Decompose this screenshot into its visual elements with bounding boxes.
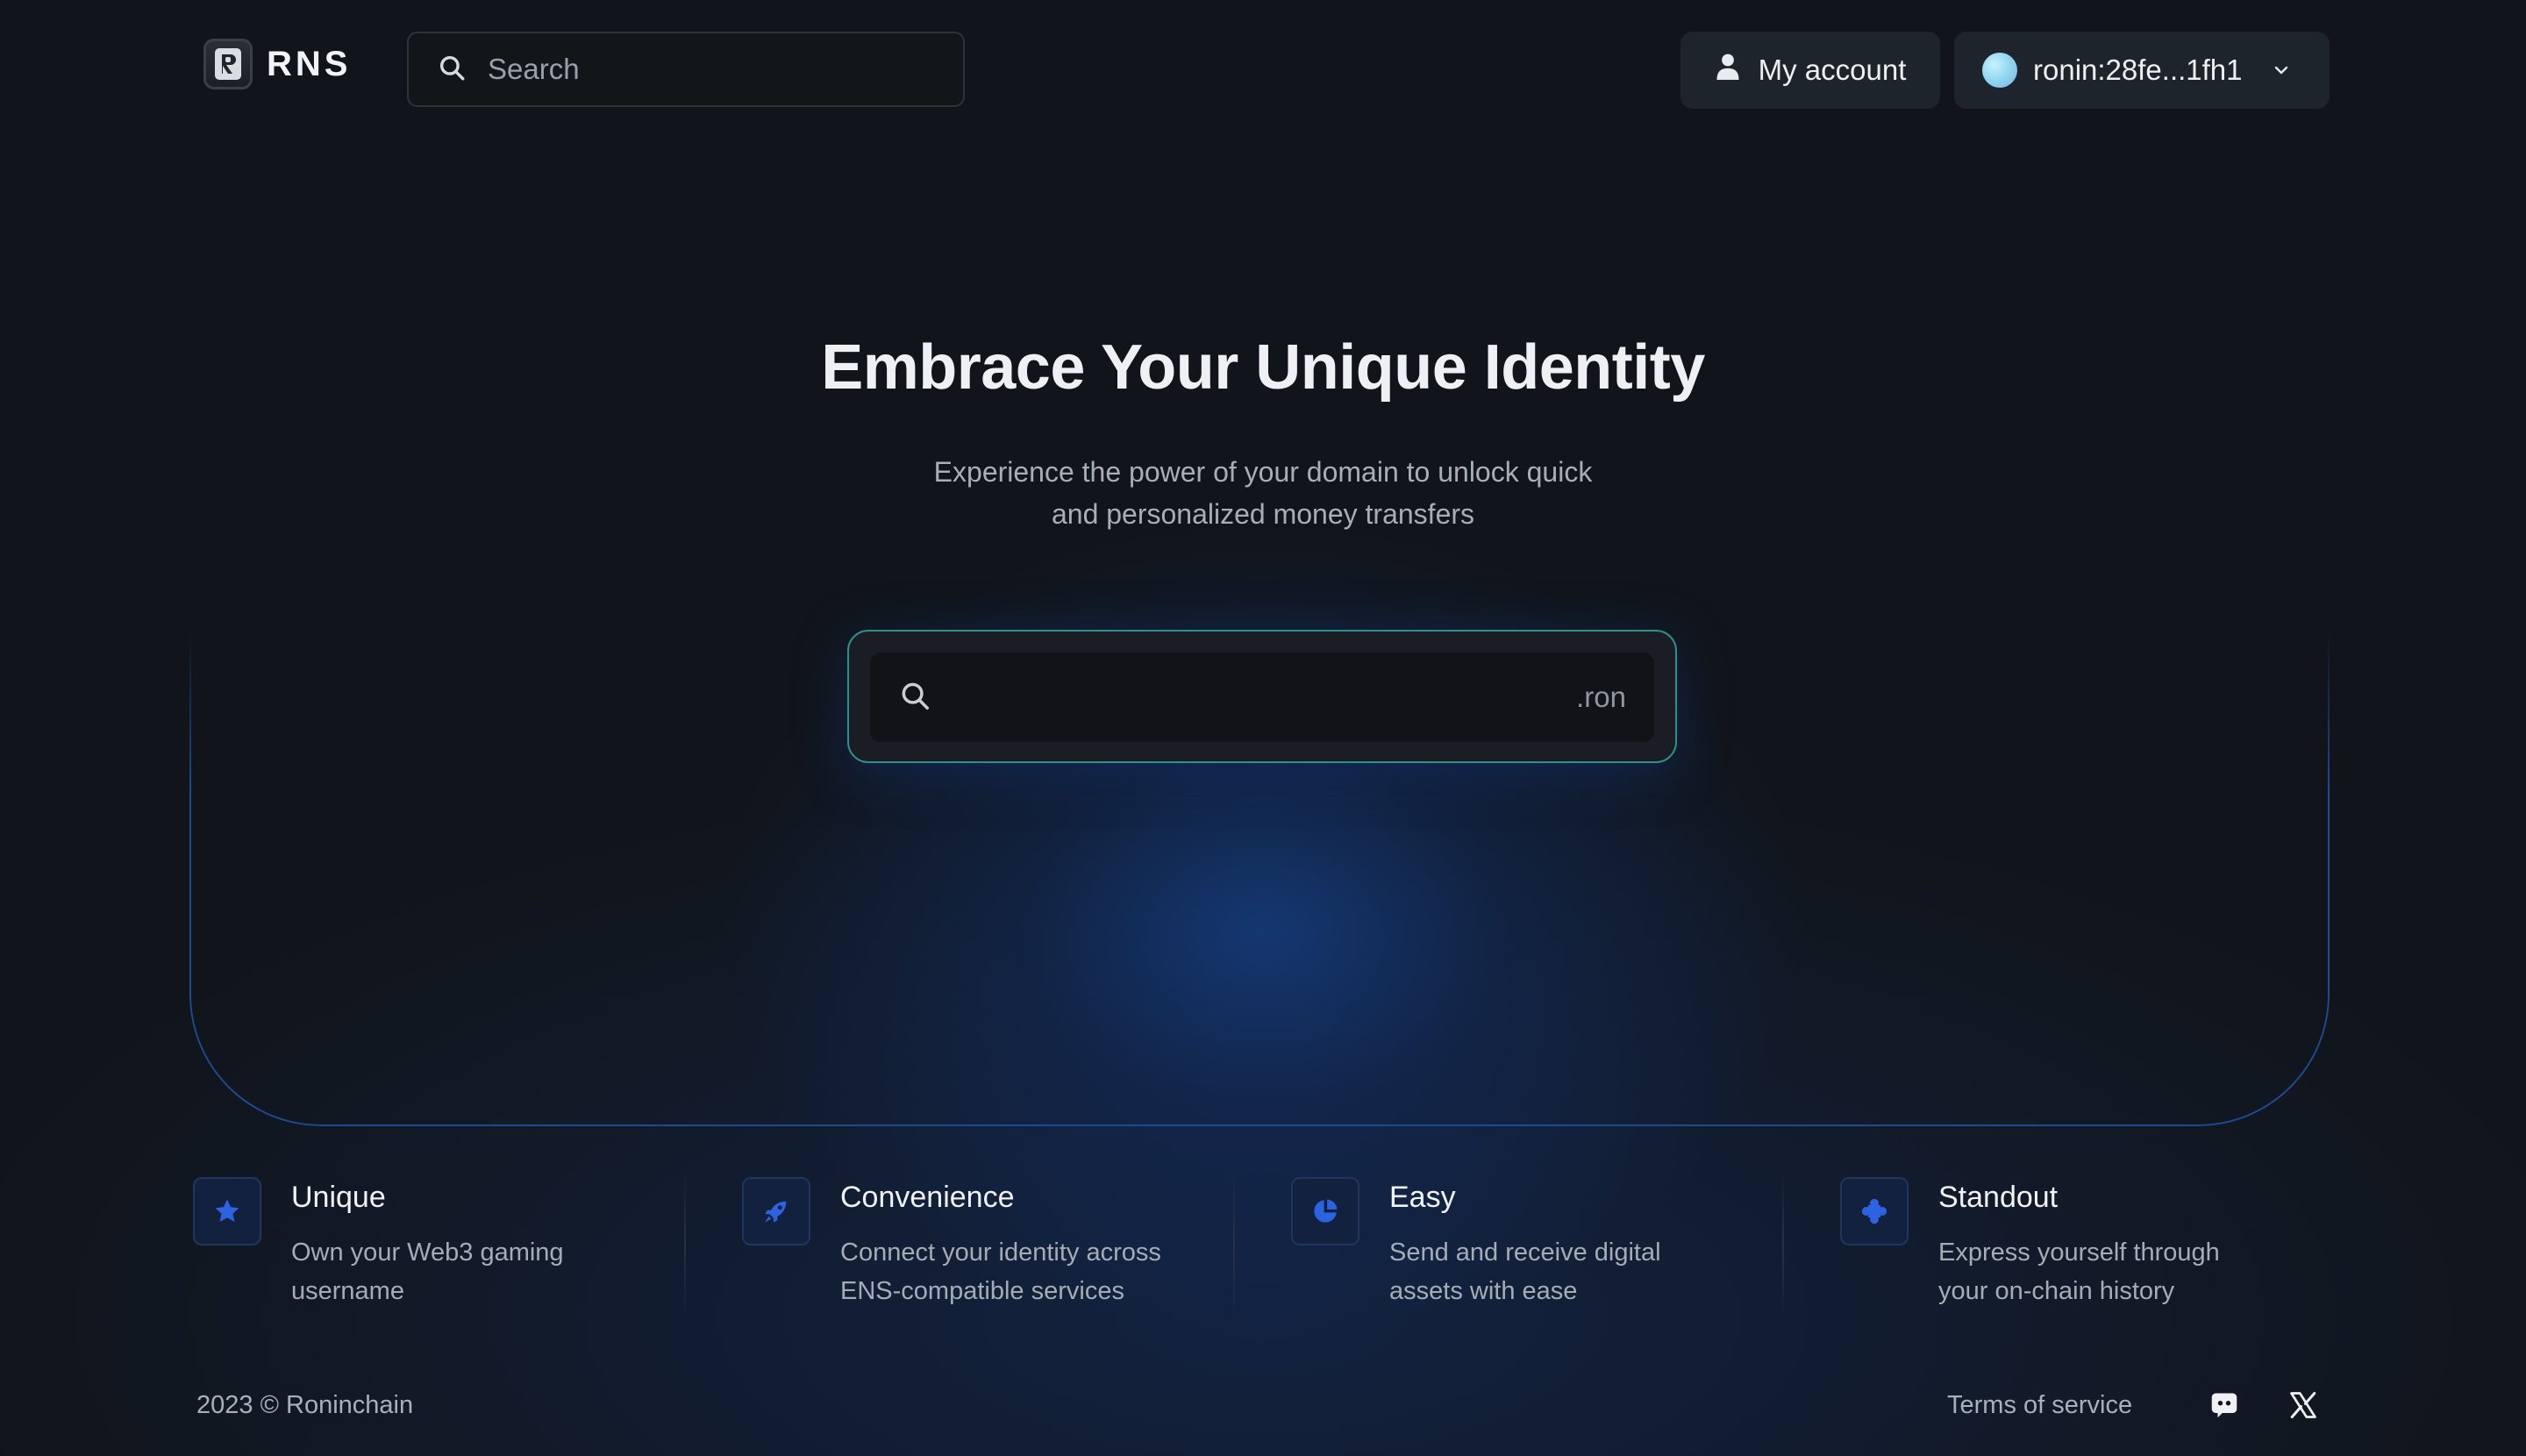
header: RNS My account ronin:28fe...1fh1 bbox=[0, 0, 2526, 140]
footer-copyright: 2023 © Roninchain bbox=[196, 1391, 414, 1419]
pie-icon bbox=[1291, 1177, 1359, 1245]
hero-subtitle: Experience the power of your domain to u… bbox=[824, 451, 1702, 535]
domain-search-box: .ron bbox=[847, 630, 1677, 763]
logo-text: RNS bbox=[267, 44, 352, 83]
feature-title: Convenience bbox=[840, 1181, 1015, 1214]
feature-desc-line2: username bbox=[291, 1277, 404, 1305]
my-account-button[interactable]: My account bbox=[1680, 32, 1940, 109]
terms-of-service-link[interactable]: Terms of service bbox=[1947, 1391, 2132, 1420]
feature-unique: Unique Own your Web3 gaming username bbox=[189, 1170, 716, 1328]
feature-desc-line1: Own your Web3 gaming bbox=[291, 1238, 564, 1267]
feature-title: Easy bbox=[1389, 1181, 1456, 1214]
wallet-avatar bbox=[1982, 53, 2017, 88]
feature-title: Standout bbox=[1938, 1181, 2059, 1214]
feature-divider bbox=[1782, 1170, 1784, 1319]
hero-subtitle-line2: and personalized money transfers bbox=[1051, 498, 1475, 530]
wallet-dropdown[interactable]: ronin:28fe...1fh1 bbox=[1954, 32, 2330, 109]
feature-title: Unique bbox=[291, 1181, 386, 1214]
feature-desc-line1: Express yourself through bbox=[1938, 1238, 2220, 1267]
hero-title: Embrace Your Unique Identity bbox=[821, 332, 1705, 403]
feature-desc-line2: ENS-compatible services bbox=[840, 1277, 1124, 1305]
feature-description: Connect your identity across ENS-compati… bbox=[840, 1233, 1244, 1310]
feature-desc-line2: your on-chain history bbox=[1938, 1277, 2175, 1305]
feature-desc-line1: Connect your identity across bbox=[840, 1238, 1161, 1267]
search-icon bbox=[437, 53, 467, 87]
search-icon bbox=[898, 679, 931, 717]
rocket-icon bbox=[742, 1177, 810, 1245]
star-icon bbox=[193, 1177, 261, 1245]
my-account-label: My account bbox=[1758, 54, 1907, 86]
top-search-input[interactable] bbox=[486, 52, 945, 87]
puzzle-icon bbox=[1840, 1177, 1909, 1245]
feature-easy: Easy Send and receive digital assets wit… bbox=[1288, 1170, 1814, 1328]
feature-desc-line1: Send and receive digital bbox=[1389, 1238, 1661, 1267]
hero-subtitle-line1: Experience the power of your domain to u… bbox=[933, 456, 1593, 488]
feature-description: Own your Web3 gaming username bbox=[291, 1233, 695, 1310]
domain-search-field[interactable]: .ron bbox=[870, 653, 1654, 742]
wallet-address: ronin:28fe...1fh1 bbox=[2033, 54, 2243, 86]
rns-logo-icon bbox=[203, 39, 253, 89]
domain-search-input[interactable] bbox=[951, 680, 1558, 715]
top-search-bar[interactable] bbox=[407, 32, 965, 107]
feature-standout: Standout Express yourself through your o… bbox=[1837, 1170, 2363, 1328]
feature-description: Express yourself through your on-chain h… bbox=[1938, 1233, 2342, 1310]
discord-icon[interactable] bbox=[2205, 1386, 2244, 1424]
feature-divider bbox=[684, 1170, 686, 1319]
user-icon bbox=[1715, 52, 1741, 89]
feature-convenience: Convenience Connect your identity across… bbox=[739, 1170, 1265, 1328]
x-icon[interactable] bbox=[2284, 1386, 2323, 1424]
page: RNS My account ronin:28fe...1fh1 bbox=[0, 0, 2526, 1456]
logo[interactable]: RNS bbox=[203, 39, 351, 89]
feature-desc-line2: assets with ease bbox=[1389, 1277, 1578, 1305]
features-row: Unique Own your Web3 gaming username Con… bbox=[189, 1170, 2330, 1328]
domain-suffix: .ron bbox=[1576, 681, 1626, 713]
feature-description: Send and receive digital assets with eas… bbox=[1389, 1233, 1793, 1310]
feature-divider bbox=[1233, 1170, 1235, 1319]
chevron-down-icon bbox=[2271, 60, 2292, 81]
